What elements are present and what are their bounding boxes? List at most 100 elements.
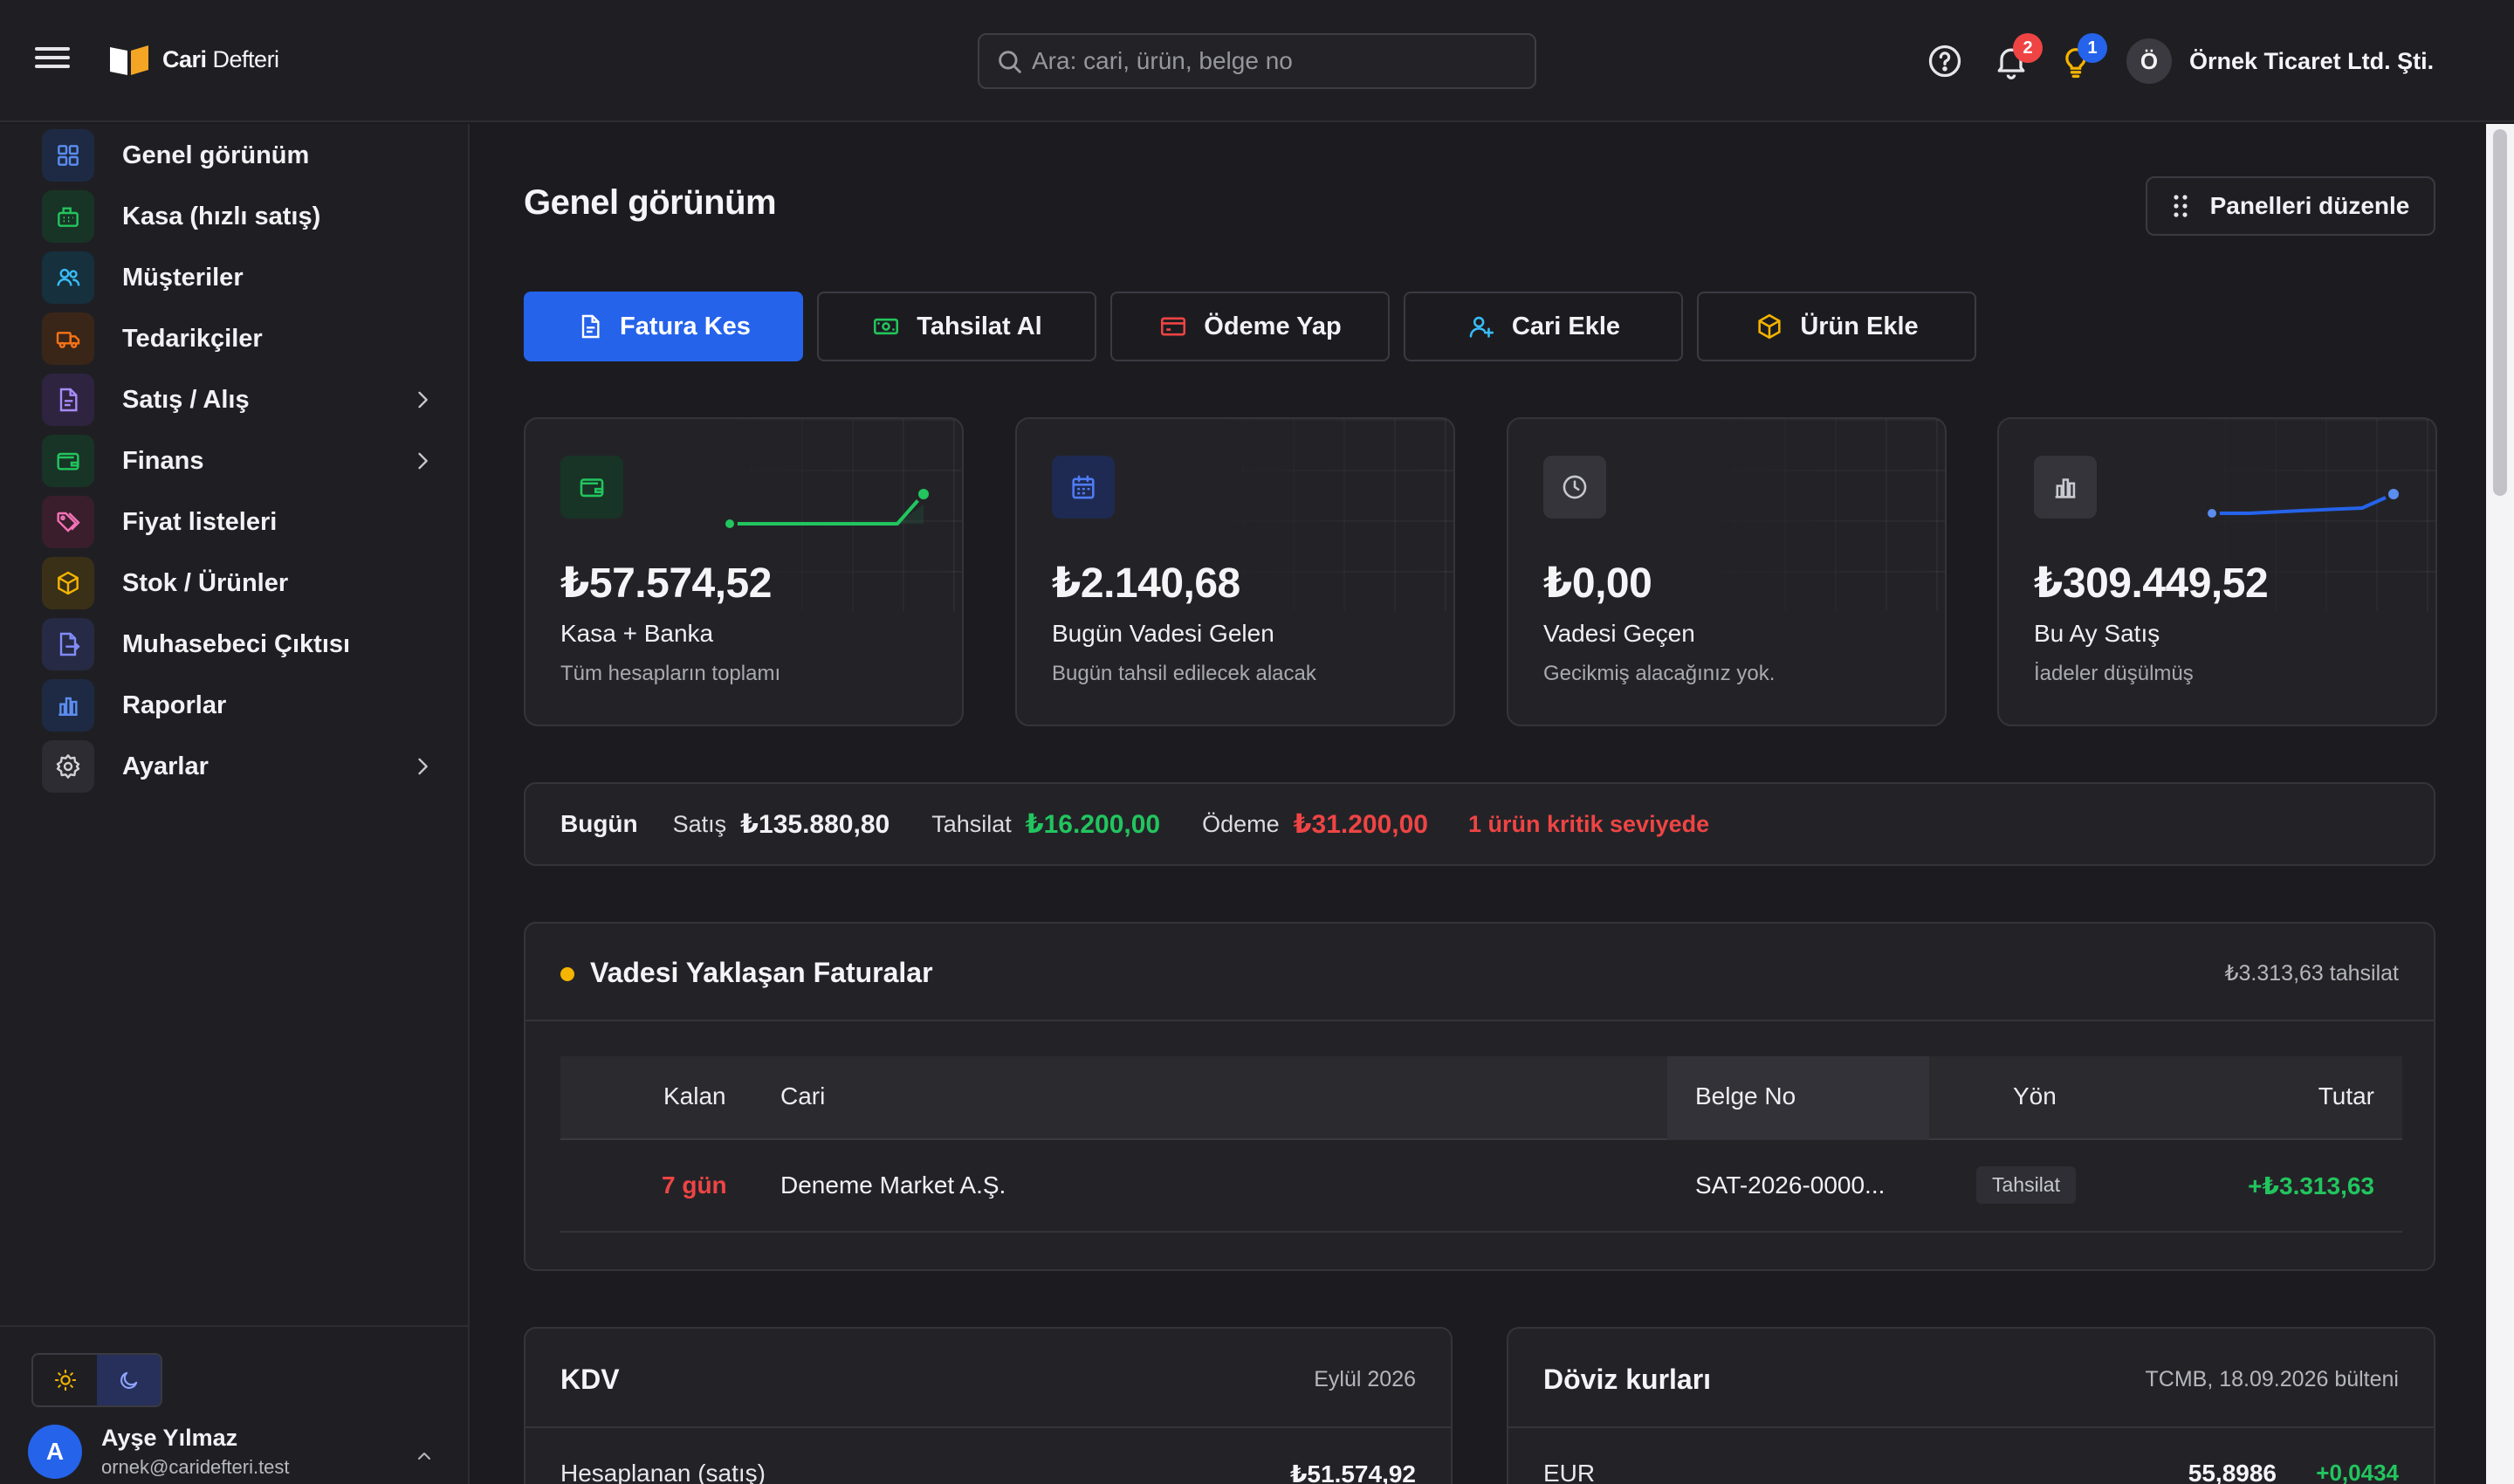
stat-label: Bugün Vadesi Gelen xyxy=(1052,620,1274,647)
table-row[interactable]: 7 gün Deneme Market A.Ş. SAT-2026-0000..… xyxy=(560,1140,2402,1233)
edit-panels-button[interactable]: Panelleri düzenle xyxy=(2146,176,2435,236)
chevron-right-icon xyxy=(418,758,428,775)
user-email: ornek@caridefteri.test xyxy=(101,1456,290,1478)
search-input[interactable] xyxy=(1032,47,1521,75)
sidebar-item-genel-gorunum[interactable]: Genel görünüm xyxy=(42,129,435,182)
collect-payment-button[interactable]: Tahsilat Al xyxy=(817,292,1096,361)
bar-chart-icon xyxy=(2034,456,2097,519)
calendar-icon xyxy=(1052,456,1115,519)
card-title: KDV xyxy=(560,1364,620,1395)
notifications-bell-icon[interactable]: 2 xyxy=(1992,33,2043,80)
sparkline xyxy=(2204,485,2402,521)
status-dot xyxy=(560,967,574,981)
sidebar-item-muhasebeci-ciktisi[interactable]: Muhasebeci Çıktısı xyxy=(42,618,435,670)
sidebar-item-raporlar[interactable]: Raporlar xyxy=(42,679,435,732)
document-icon xyxy=(42,374,94,426)
currency-change: +0,0434 xyxy=(2316,1460,2399,1484)
amount: +₺3.313,63 xyxy=(2248,1172,2374,1199)
sidebar-item-kasa[interactable]: Kasa (hızlı satış) xyxy=(42,190,435,243)
wallet-icon xyxy=(42,435,94,487)
app-logo[interactable]: Cari Defteri xyxy=(108,42,279,77)
chevron-up-icon[interactable] xyxy=(414,1446,435,1467)
upcoming-invoices-table: Kalan Cari Belge No Yön Tutar 7 gün Dene… xyxy=(560,1056,2402,1233)
kdv-row-value: ₺51.574,92 xyxy=(1289,1460,1416,1484)
stat-label: Kasa + Banka xyxy=(560,620,714,647)
top-bar: Cari Defteri 2 1 Ö Örnek Ticaret Ltd. Şt… xyxy=(0,0,2514,122)
sidebar-item-musteriler[interactable]: Müşteriler xyxy=(42,251,435,304)
sidebar-item-satis-alis[interactable]: Satış / Alış xyxy=(42,374,435,426)
stat-card-month-sales[interactable]: ₺309.449,52 Bu Ay Satış İadeler düşülmüş xyxy=(1997,417,2437,726)
today-sales-label: Satış xyxy=(672,810,727,837)
help-icon[interactable] xyxy=(1926,42,1964,80)
scrollbar-thumb[interactable] xyxy=(2493,129,2507,496)
document-number: SAT-2026-0000... xyxy=(1695,1171,1886,1199)
remaining-days: 7 gün xyxy=(662,1171,727,1199)
stat-value: ₺57.574,52 xyxy=(560,560,772,607)
tips-badge: 1 xyxy=(2078,33,2107,63)
sidebar-item-stok-urunler[interactable]: Stok / Ürünler xyxy=(42,557,435,609)
notifications-badge: 2 xyxy=(2013,33,2043,63)
column-header-cari[interactable]: Cari xyxy=(780,1082,825,1110)
stat-card-cash-bank[interactable]: ₺57.574,52 Kasa + Banka Tüm hesapların t… xyxy=(524,417,964,726)
stat-subtitle: İadeler düşülmüş xyxy=(2034,662,2194,685)
add-account-button[interactable]: Cari Ekle xyxy=(1404,292,1683,361)
today-collection-label: Tahsilat xyxy=(931,810,1012,837)
column-header-kalan[interactable]: Kalan xyxy=(663,1082,726,1110)
hamburger-menu-icon[interactable] xyxy=(31,42,73,80)
company-switcher[interactable]: Ö Örnek Ticaret Ltd. Şti. xyxy=(2126,38,2434,84)
exchange-rates-card: Döviz kurları TCMB, 18.09.2026 bülteni E… xyxy=(1507,1327,2435,1484)
truck-icon xyxy=(42,313,94,365)
theme-toggle[interactable] xyxy=(31,1353,162,1407)
today-title: Bugün xyxy=(560,810,638,837)
chevron-right-icon xyxy=(418,391,428,409)
search-box[interactable] xyxy=(978,33,1536,89)
document-icon xyxy=(581,314,600,339)
company-avatar: Ö xyxy=(2126,38,2172,84)
today-summary-bar: Bugün Satış ₺135.880,80 Tahsilat ₺16.200… xyxy=(524,782,2435,866)
critical-stock-link[interactable]: 1 ürün kritik seviyede xyxy=(1468,811,1709,838)
add-product-button[interactable]: Ürün Ekle xyxy=(1697,292,1976,361)
package-icon xyxy=(42,557,94,609)
drag-handle-icon xyxy=(2174,195,2188,217)
user-name: Ayşe Yılmaz xyxy=(101,1425,238,1451)
light-theme-sun-icon[interactable] xyxy=(33,1355,97,1405)
kdv-card: KDV Eylül 2026 Hesaplanan (satış) ₺51.57… xyxy=(524,1327,1453,1484)
clock-icon xyxy=(1543,456,1606,519)
card-period: Eylül 2026 xyxy=(1314,1367,1416,1391)
sidebar-item-ayarlar[interactable]: Ayarlar xyxy=(42,740,435,793)
sidebar-item-fiyat-listeleri[interactable]: Fiyat listeleri xyxy=(42,496,435,548)
stat-subtitle: Bugün tahsil edilecek alacak xyxy=(1052,662,1316,685)
bar-chart-icon xyxy=(42,679,94,732)
cash-register-icon xyxy=(42,190,94,243)
card-source: TCMB, 18.09.2026 bülteni xyxy=(2145,1367,2399,1391)
dark-theme-moon-icon[interactable] xyxy=(97,1355,161,1405)
sidebar: Genel görünüm Kasa (hızlı satış) Müşteri… xyxy=(0,124,470,1484)
search-icon xyxy=(999,51,1021,73)
today-payment-label: Ödeme xyxy=(1202,810,1280,837)
today-payment-value: ₺31.200,00 xyxy=(1293,809,1428,839)
lightbulb-icon[interactable]: 1 xyxy=(2057,33,2107,80)
file-export-icon xyxy=(42,618,94,670)
sidebar-item-tedarikciler[interactable]: Tedarikçiler xyxy=(42,313,435,365)
banknote-icon xyxy=(874,318,899,335)
tags-icon xyxy=(42,496,94,548)
package-icon xyxy=(1758,313,1781,340)
app-name: Cari Defteri xyxy=(162,45,279,72)
make-payment-button[interactable]: Ödeme Yap xyxy=(1110,292,1390,361)
open-book-icon xyxy=(110,45,148,75)
stat-card-overdue[interactable]: ₺0,00 Vadesi Geçen Gecikmiş alacağınız y… xyxy=(1507,417,1947,726)
gear-icon xyxy=(42,740,94,793)
company-name: Örnek Ticaret Ltd. Şti. xyxy=(2189,47,2435,74)
party-name: Deneme Market A.Ş. xyxy=(780,1171,1006,1199)
chevron-right-icon xyxy=(418,452,428,470)
column-header-yon[interactable]: Yön xyxy=(2013,1082,2057,1110)
sidebar-item-finans[interactable]: Finans xyxy=(42,435,435,487)
table-header: Kalan Cari Belge No Yön Tutar xyxy=(560,1056,2402,1140)
direction-badge: Tahsilat xyxy=(1976,1166,2076,1204)
column-header-belge-no[interactable]: Belge No xyxy=(1695,1082,1796,1110)
grid-icon xyxy=(42,129,94,182)
create-invoice-button[interactable]: Fatura Kes xyxy=(524,292,803,361)
column-header-tutar[interactable]: Tutar xyxy=(2318,1082,2374,1110)
user-avatar[interactable]: A xyxy=(28,1425,82,1479)
stat-card-due-today[interactable]: ₺2.140,68 Bugün Vadesi Gelen Bugün tahsi… xyxy=(1015,417,1455,726)
